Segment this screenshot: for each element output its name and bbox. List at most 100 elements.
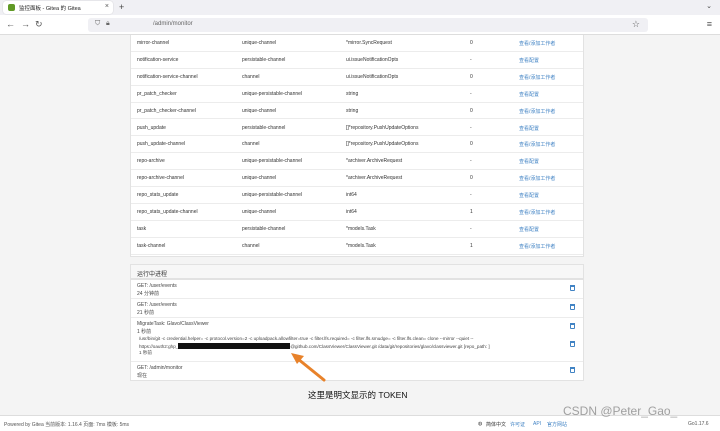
tab-title: 监控面板 - Gitea 的 Gitea — [19, 6, 81, 12]
queue-action-link[interactable]: 查看/添加工作者 — [519, 141, 555, 148]
queue-workers: 0 — [470, 107, 473, 114]
language-selector[interactable]: 简体中文 — [486, 421, 506, 428]
process-time: 21 秒前 — [137, 310, 154, 316]
queue-name: notification-service-channel — [137, 73, 198, 80]
queue-action-link[interactable]: 查看/添加工作者 — [519, 209, 555, 216]
process-item: MigrateTask: Glavo/ClassViewer 1 秒前 /usr… — [131, 318, 583, 362]
address-bar[interactable]: ⛉ 🔒︎ /admin/monitor ☆ — [88, 18, 648, 32]
queue-exemplar: []*repository.PushUpdateOptions — [346, 124, 419, 131]
process-time: 24 分钟前 — [137, 291, 159, 297]
queue-action-link[interactable]: 查看配置 — [519, 91, 539, 98]
processes-header: 运行中进程 — [130, 264, 584, 279]
queue-type: persistable-channel — [242, 124, 286, 131]
url-text[interactable]: /admin/monitor — [153, 21, 193, 27]
queue-workers: - — [470, 225, 472, 232]
page-content: mirror-channel unique-channel *mirror.Sync… — [0, 35, 720, 415]
queue-row: repo-archive unique-persistable-channel *a… — [131, 153, 583, 171]
queue-workers: 0 — [470, 175, 473, 182]
queue-name: repo-archive — [137, 158, 165, 165]
queue-name: push_update — [137, 124, 166, 131]
queue-action-link[interactable]: 查看配置 — [519, 192, 539, 199]
api-link[interactable]: API — [533, 421, 541, 427]
process-time: 现在 — [137, 373, 148, 379]
processes-list: GET: /user/events 24 分钟前 GET: /user/even… — [130, 279, 584, 381]
forward-icon[interactable]: → — [21, 19, 30, 29]
trash-icon[interactable] — [570, 323, 575, 329]
queue-exemplar: ui.issueNotificationOpts — [346, 56, 399, 63]
browser-tab[interactable]: 监控面板 - Gitea 的 Gitea × — [3, 1, 113, 14]
queue-name: notification-service — [137, 56, 179, 63]
trash-icon[interactable] — [570, 285, 575, 291]
queue-exemplar: *models.Task — [346, 225, 376, 232]
globe-icon[interactable]: ◍ — [478, 421, 482, 427]
go-version: Go1.17.6 — [688, 421, 709, 427]
queue-row: mirror-channel unique-channel *mirror.Sync… — [131, 35, 583, 52]
queue-type: unique-persistable-channel — [242, 158, 303, 165]
queue-workers: 0 — [470, 141, 473, 148]
license-link[interactable]: 许可证 — [510, 421, 525, 428]
queue-type: unique-channel — [242, 175, 277, 182]
queue-type: unique-persistable-channel — [242, 192, 303, 199]
queue-type: unique-channel — [242, 107, 277, 114]
queue-row: notification-service-channel channel ui.is… — [131, 69, 583, 86]
process-title: GET: /user/events — [137, 283, 177, 289]
queue-action-link[interactable]: 查看配置 — [519, 226, 539, 233]
queues-table: mirror-channel unique-channel *mirror.Sync… — [130, 35, 584, 257]
queue-exemplar: *mirror.SyncRequest — [346, 40, 392, 46]
reload-icon[interactable]: ↻ — [35, 19, 43, 30]
queue-exemplar: *archiver.ArchiveRequest — [346, 175, 403, 182]
queue-row: repo_stats_update-channel unique-channel i… — [131, 204, 583, 221]
queue-row: repo_stats_update unique-persistable-chan… — [131, 187, 583, 204]
queue-type: unique-channel — [242, 40, 277, 46]
close-tab-icon[interactable]: × — [105, 3, 109, 10]
queue-name: push_update-channel — [137, 141, 186, 148]
queue-type: channel — [242, 141, 260, 148]
queue-row: notification-service persistable-channel u… — [131, 52, 583, 69]
queue-action-link[interactable]: 查看配置 — [519, 158, 539, 165]
queue-workers: - — [470, 158, 472, 165]
queue-workers: - — [470, 90, 472, 97]
queue-row: pr_patch_checker unique-persistable-chann… — [131, 86, 583, 103]
queue-workers: - — [470, 124, 472, 131]
queue-action-link[interactable]: 查看配置 — [519, 125, 539, 132]
queue-exemplar: *archiver.ArchiveRequest — [346, 158, 403, 165]
processes-title: 运行中进程 — [137, 272, 168, 278]
tab-list-chevron-icon[interactable]: ⌄ — [706, 2, 712, 10]
queue-name: pr_patch_checker-channel — [137, 107, 196, 114]
queue-action-link[interactable]: 查看/添加工作者 — [519, 74, 555, 81]
queue-type: unique-persistable-channel — [242, 90, 303, 97]
trash-icon[interactable] — [570, 304, 575, 310]
git-command-line: /usr/bin/git -c credential.helper= -c pr… — [139, 336, 474, 341]
queue-row: task persistable-channel *models.Task - 查看配置 — [131, 221, 583, 238]
queue-exemplar: string — [346, 90, 359, 97]
shield-icon[interactable]: ⛉ — [95, 20, 100, 28]
queue-action-link[interactable]: 查看/添加工作者 — [519, 243, 555, 250]
queue-exemplar: []*repository.PushUpdateOptions — [346, 141, 419, 148]
menu-icon[interactable]: ≡ — [707, 19, 712, 29]
queue-type: channel — [242, 73, 260, 80]
trash-icon[interactable] — [570, 341, 575, 347]
watermark: CSDN @Peter_Gao_ — [563, 404, 678, 418]
back-icon[interactable]: ← — [6, 19, 15, 29]
queue-type: unique-channel — [242, 209, 277, 215]
queue-action-link[interactable]: 查看/添加工作者 — [519, 40, 555, 47]
bookmark-star-icon[interactable]: ☆ — [632, 19, 640, 30]
queue-exemplar: *models.Task — [346, 242, 376, 249]
queue-row: push_update-channel channel []*repository.… — [131, 136, 583, 154]
queue-row: task-channel channel *models.Task 1 查看/添加工作者 — [131, 238, 583, 255]
queue-action-link[interactable]: 查看/添加工作者 — [519, 175, 555, 182]
queue-exemplar: int64 — [346, 209, 357, 215]
website-link[interactable]: 官方网站 — [547, 421, 567, 428]
queue-action-link[interactable]: 查看配置 — [519, 57, 539, 64]
queue-workers: 1 — [470, 242, 473, 249]
child-process-time: 1 秒前 — [139, 350, 153, 355]
process-title: GET: /user/events — [137, 302, 177, 308]
process-item: GET: /admin/monitor 现在 — [131, 362, 583, 381]
queue-action-link[interactable]: 查看/添加工作者 — [519, 108, 555, 115]
new-tab-icon[interactable]: + — [119, 2, 124, 12]
trash-icon[interactable] — [570, 367, 575, 373]
queue-name: task — [137, 225, 147, 232]
lock-icon[interactable]: 🔒︎ — [106, 20, 110, 28]
annotation-text: 这里是明文显示的 TOKEN — [308, 390, 408, 400]
queue-workers: - — [470, 192, 472, 199]
